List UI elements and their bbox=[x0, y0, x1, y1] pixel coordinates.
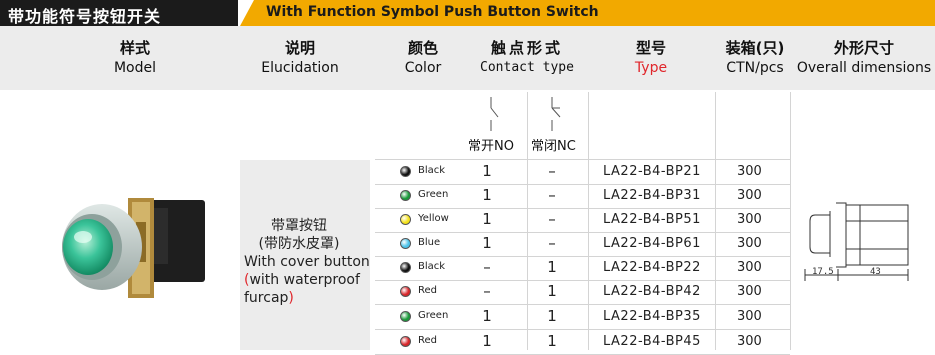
desc-paren-close: ) bbox=[288, 290, 294, 306]
header-desc: 说明 Elucidation bbox=[255, 38, 345, 78]
header-dims-cn: 外形尺寸 bbox=[833, 39, 894, 57]
header-qty: 装箱(只) CTN/pcs bbox=[715, 38, 795, 78]
color-dot bbox=[400, 286, 411, 297]
desc-line-2: (带防水皮罩) bbox=[258, 236, 340, 252]
carton-qty: 300 bbox=[737, 334, 762, 349]
type-code: LA22-B4-BP45 bbox=[603, 334, 701, 349]
header-color-en: Color bbox=[404, 60, 442, 76]
header-contact: 触点形式 Contact type bbox=[472, 38, 582, 78]
color-name: Black bbox=[418, 165, 446, 176]
color-dot bbox=[400, 311, 411, 322]
carton-qty: 300 bbox=[737, 188, 762, 203]
header-type-cn: 型号 bbox=[635, 39, 666, 57]
header-contact-cn: 触点形式 bbox=[490, 39, 563, 57]
color-dot bbox=[400, 336, 411, 347]
contact-nc-count: 1 bbox=[547, 307, 557, 325]
color-dot bbox=[400, 166, 411, 177]
contact-no-count: 1 bbox=[482, 332, 492, 350]
header-color-cn: 颜色 bbox=[407, 39, 438, 57]
desc-line-5: furcap bbox=[244, 290, 289, 306]
type-code: LA22-B4-BP35 bbox=[603, 309, 701, 324]
carton-qty: 300 bbox=[737, 236, 762, 251]
contact-no-count: 1 bbox=[482, 307, 492, 325]
color-name: Yellow bbox=[418, 213, 449, 224]
color-name: Green bbox=[418, 189, 449, 200]
contact-nc-count: – bbox=[548, 210, 556, 228]
header-type: 型号 Type bbox=[620, 38, 682, 78]
header-color: 颜色 Color bbox=[393, 38, 453, 78]
header-qty-en: CTN/pcs bbox=[726, 60, 784, 76]
divider-dims bbox=[790, 92, 791, 350]
type-code: LA22-B4-BP42 bbox=[603, 284, 701, 299]
color-dot bbox=[400, 238, 411, 249]
carton-qty: 300 bbox=[737, 260, 762, 275]
banner-title-cn: 带功能符号按钮开关 bbox=[8, 7, 162, 26]
desc-line-4: with waterproof bbox=[249, 272, 360, 288]
contact-symbols bbox=[490, 97, 561, 131]
table-row: Green 1 1 LA22-B4-BP35 300 bbox=[375, 305, 775, 329]
desc-line-3: With cover button bbox=[244, 254, 370, 270]
header-desc-en: Elucidation bbox=[261, 60, 339, 76]
no-contact-symbol bbox=[490, 97, 499, 131]
contact-no-count: 1 bbox=[482, 186, 492, 204]
carton-qty: 300 bbox=[737, 164, 762, 179]
header-type-en: Type bbox=[634, 60, 668, 76]
color-name: Red bbox=[418, 285, 437, 296]
contact-nc-count: – bbox=[548, 234, 556, 252]
color-name: Blue bbox=[418, 237, 441, 248]
carton-qty: 300 bbox=[737, 284, 762, 299]
contact-nc-label: 常闭NC bbox=[531, 139, 576, 154]
type-code: LA22-B4-BP51 bbox=[603, 212, 701, 227]
type-code: LA22-B4-BP21 bbox=[603, 164, 701, 179]
table-row: Black – 1 LA22-B4-BP22 300 bbox=[375, 256, 775, 280]
color-dot bbox=[400, 214, 411, 225]
contact-nc-count: 1 bbox=[547, 258, 557, 276]
color-name: Red bbox=[418, 335, 437, 346]
title-banner: 带功能符号按钮开关 With Function Symbol Push Butt… bbox=[0, 0, 935, 26]
contact-no-label: 常开NO bbox=[468, 139, 514, 154]
carton-qty: 300 bbox=[737, 309, 762, 324]
contact-no-count: 1 bbox=[482, 162, 492, 180]
header-model: 样式 Model bbox=[95, 38, 175, 78]
contact-no-count: 1 bbox=[482, 234, 492, 252]
product-photo bbox=[62, 198, 205, 298]
contact-nc-count: 1 bbox=[547, 282, 557, 300]
desc-line-1: 带罩按钮 bbox=[271, 218, 327, 234]
table-header: 样式 Model 说明 Elucidation 颜色 Color 触点形式 Co… bbox=[0, 26, 935, 90]
contact-nc-count: 1 bbox=[547, 332, 557, 350]
header-desc-cn: 说明 bbox=[284, 39, 315, 57]
header-model-cn: 样式 bbox=[119, 39, 150, 57]
header-dims: 外形尺寸 Overall dimensions bbox=[795, 38, 933, 78]
header-qty-cn: 装箱(只) bbox=[725, 39, 785, 57]
table-row: Red – 1 LA22-B4-BP42 300 bbox=[375, 280, 775, 304]
color-dot bbox=[400, 190, 411, 201]
dim-label-2: 43 bbox=[870, 267, 881, 277]
carton-qty: 300 bbox=[737, 212, 762, 227]
contact-no-count: – bbox=[483, 282, 491, 300]
header-dims-en: Overall dimensions bbox=[796, 60, 932, 76]
description: 带罩按钮 (带防水皮罩) With cover button (with wat… bbox=[244, 217, 374, 307]
table-row: Yellow 1 – LA22-B4-BP51 300 bbox=[375, 208, 775, 232]
color-name: Green bbox=[418, 310, 449, 321]
contact-nc-count: – bbox=[548, 186, 556, 204]
table-row: Black 1 – LA22-B4-BP21 300 bbox=[375, 160, 775, 184]
color-dot bbox=[400, 262, 411, 273]
contact-no-count: – bbox=[483, 258, 491, 276]
contact-nc-count: – bbox=[548, 162, 556, 180]
nc-contact-symbol bbox=[551, 97, 561, 131]
dimension-drawing: 17.5 43 bbox=[804, 202, 909, 281]
type-code: LA22-B4-BP61 bbox=[603, 236, 701, 251]
banner-title-en: With Function Symbol Push Button Switch bbox=[266, 4, 599, 20]
type-code: LA22-B4-BP31 bbox=[603, 188, 701, 203]
color-name: Black bbox=[418, 261, 446, 272]
dim-label-1: 17.5 bbox=[812, 267, 834, 277]
table-row: Blue 1 – LA22-B4-BP61 300 bbox=[375, 232, 775, 256]
table-row: Red 1 1 LA22-B4-BP45 300 bbox=[375, 330, 775, 354]
header-model-en: Model bbox=[113, 60, 157, 76]
header-contact-en: Contact type bbox=[480, 60, 574, 75]
type-code: LA22-B4-BP22 bbox=[603, 260, 701, 275]
contact-no-count: 1 bbox=[482, 210, 492, 228]
table-row: Green 1 – LA22-B4-BP31 300 bbox=[375, 184, 775, 208]
